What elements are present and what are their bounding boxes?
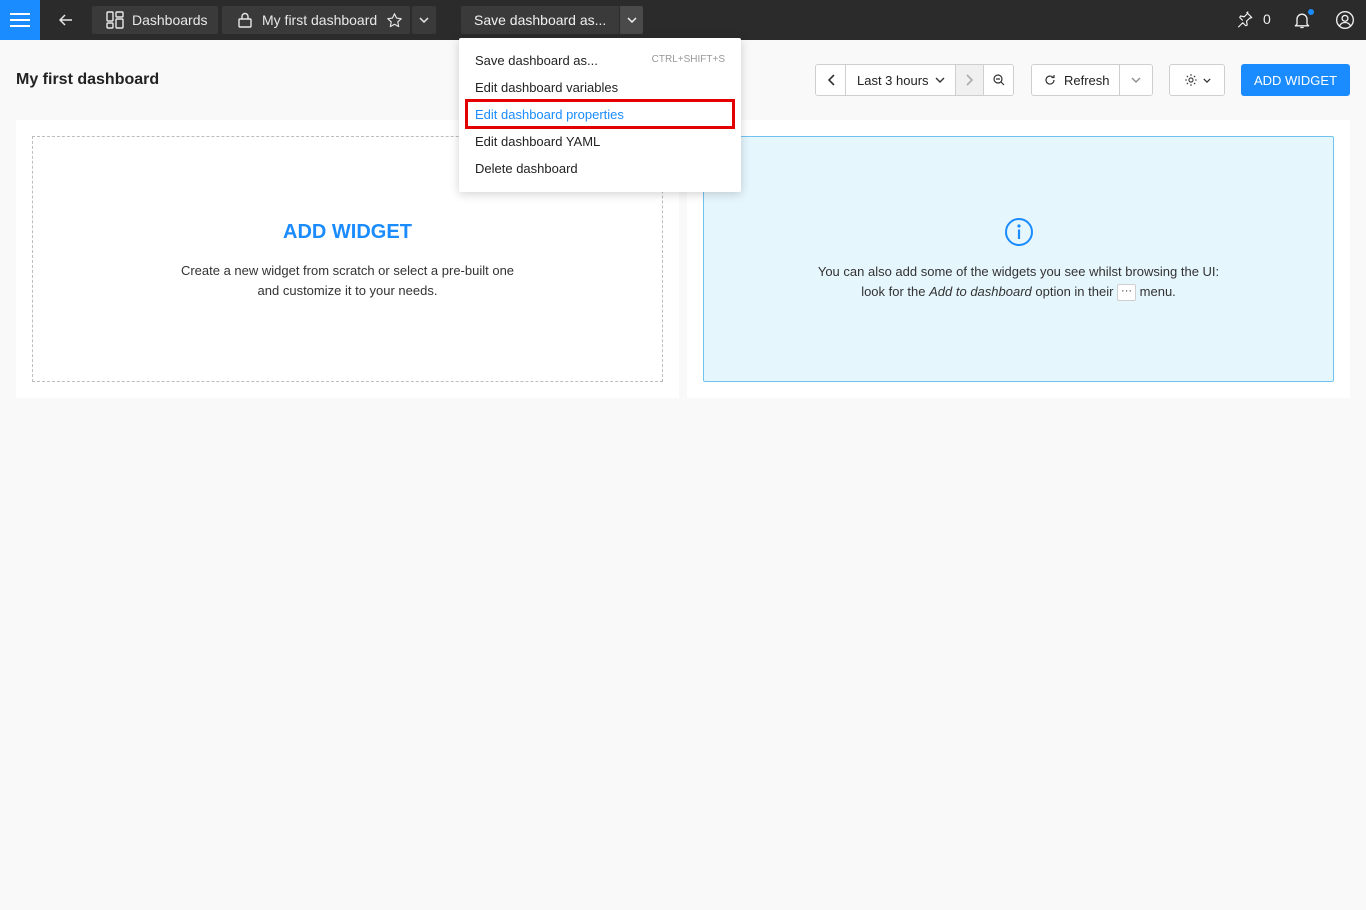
info-line2: look for the Add to dashboard option in … <box>704 282 1333 302</box>
info-line2-prefix: look for the <box>861 284 930 299</box>
star-icon[interactable] <box>386 12 403 29</box>
time-range-label: Last 3 hours <box>857 72 929 88</box>
time-range-picker: Last 3 hours <box>815 64 1014 96</box>
pin-icon <box>1237 11 1253 28</box>
info-callout: You can also add some of the widgets you… <box>703 136 1334 382</box>
time-range-select[interactable]: Last 3 hours <box>846 65 956 95</box>
menu-item-edit-variables[interactable]: Edit dashboard variables <box>475 80 618 95</box>
more-menu-hint: ··· <box>1117 284 1137 302</box>
breadcrumb-dashboards-label: Dashboards <box>132 12 208 28</box>
save-as-shortcut: CTRL+SHIFT+S <box>651 54 725 65</box>
save-dashboard-dropdown-button[interactable] <box>620 6 643 34</box>
info-icon <box>1005 218 1033 246</box>
refresh-label: Refresh <box>1064 72 1110 88</box>
chevron-down-icon <box>1131 77 1141 83</box>
menu-item-save-as[interactable]: Save dashboard as... <box>475 53 598 68</box>
pin-count: 0 <box>1263 11 1271 27</box>
time-range-next-button[interactable] <box>956 65 984 95</box>
add-widget-desc-line1: Create a new widget from scratch or sele… <box>180 263 515 278</box>
breadcrumb-current-label: My first dashboard <box>262 12 378 28</box>
refresh-button[interactable]: Refresh <box>1031 64 1119 96</box>
menu-item-delete[interactable]: Delete dashboard <box>475 161 578 176</box>
chevron-down-icon <box>1202 77 1211 83</box>
dashboard-settings-button[interactable] <box>1169 64 1225 96</box>
save-dashboard-menu: Save dashboard as... CTRL+SHIFT+S Edit d… <box>459 38 741 192</box>
breadcrumb-current-dashboard[interactable]: My first dashboard <box>222 6 410 34</box>
user-avatar-icon[interactable] <box>1335 10 1355 30</box>
breadcrumb-dashboards[interactable]: Dashboards <box>92 6 218 34</box>
info-panel: You can also add some of the widgets you… <box>687 120 1350 398</box>
info-add-to-dashboard: Add to dashboard <box>929 284 1032 299</box>
add-widget-desc-line2: and customize it to your needs. <box>257 283 438 298</box>
save-dashboard-button[interactable]: Save dashboard as... <box>461 6 619 34</box>
add-widget-description: Create a new widget from scratch or sele… <box>33 261 662 301</box>
time-range-previous-button[interactable] <box>816 65 846 95</box>
menu-item-edit-yaml[interactable]: Edit dashboard YAML <box>475 134 600 149</box>
menu-item-edit-properties[interactable]: Edit dashboard properties <box>475 107 624 122</box>
chevron-down-icon <box>935 77 945 83</box>
zoom-out-icon <box>992 74 1004 86</box>
add-widget-button[interactable]: ADD WIDGET <box>1241 64 1350 96</box>
chevron-left-icon <box>827 74 835 86</box>
breadcrumb-more-button[interactable] <box>412 6 436 34</box>
refresh-icon <box>1045 75 1055 85</box>
notification-dot <box>1308 9 1314 15</box>
pinned-items-button[interactable]: 0 <box>1236 10 1271 28</box>
info-line2-mid: option in their <box>1031 284 1118 299</box>
lock-icon <box>238 12 252 28</box>
hamburger-icon <box>10 13 30 27</box>
info-line1: You can also add some of the widgets you… <box>817 264 1220 279</box>
chevron-down-icon <box>419 17 429 23</box>
hamburger-menu-button[interactable] <box>0 0 40 40</box>
refresh-interval-dropdown[interactable] <box>1119 64 1153 96</box>
gear-icon <box>1184 74 1197 86</box>
zoom-out-button[interactable] <box>984 65 1013 95</box>
add-widget-title[interactable]: ADD WIDGET <box>33 221 662 244</box>
dashboards-icon <box>106 11 124 29</box>
chevron-down-icon <box>626 17 637 23</box>
top-bar: Dashboards My first dashboard Save dashb… <box>0 0 1366 40</box>
arrow-left-icon <box>59 14 72 26</box>
page-title: My first dashboard <box>16 71 160 88</box>
chevron-right-icon <box>965 74 973 86</box>
back-button[interactable] <box>48 6 84 34</box>
info-line2-suffix: menu. <box>1136 284 1176 299</box>
info-text: You can also add some of the widgets you… <box>704 262 1333 302</box>
